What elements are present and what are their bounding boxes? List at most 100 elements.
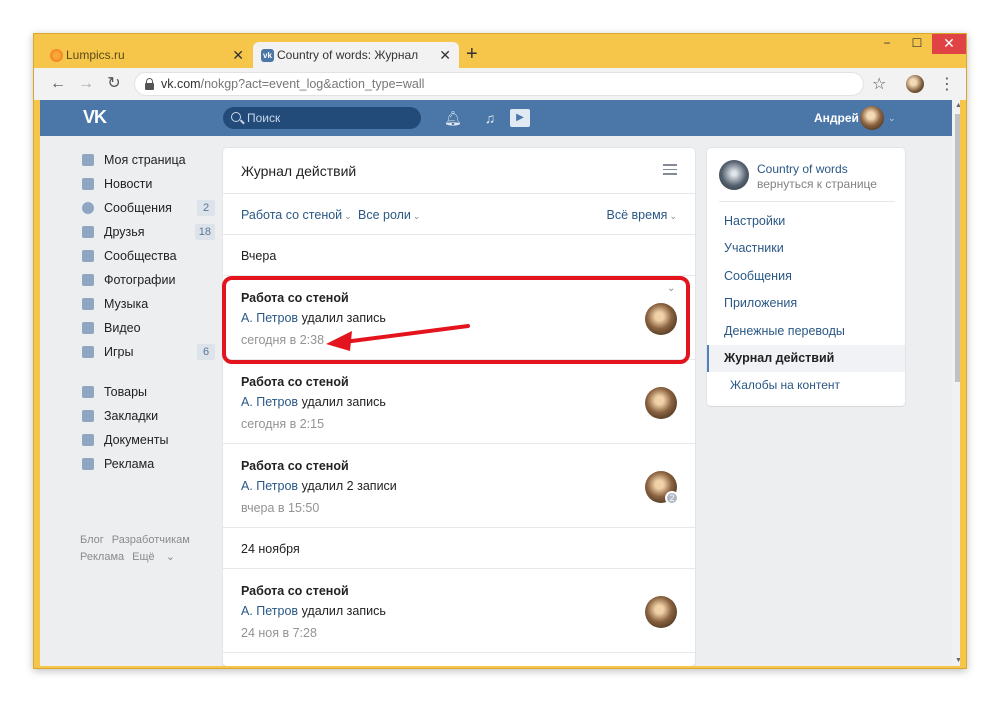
community-menu-card: Country of words вернуться к странице На… [707, 148, 905, 406]
address-bar[interactable]: vk.com/nokgp?act=event_log&action_type=w… [134, 72, 864, 96]
actor-link[interactable]: А. Петров [241, 395, 298, 409]
video-icon [82, 322, 94, 334]
sidebar-item-label: Сообщества [104, 249, 177, 263]
home-icon [82, 154, 94, 166]
close-window-button[interactable]: ✕ [932, 34, 966, 54]
sidebar-item-ads[interactable]: Реклама [80, 452, 215, 476]
footer-link-dev[interactable]: Разработчикам [112, 534, 190, 546]
profile-avatar-icon[interactable] [906, 75, 924, 93]
filters-bar: Работа со стеной ⌄ Все роли ⌄ Всё время ⌄ [223, 195, 695, 235]
footer-link-ads[interactable]: Реклама [80, 551, 124, 563]
scrollbar-thumb[interactable] [955, 114, 960, 382]
sidebar-item-news[interactable]: Новости [80, 172, 215, 196]
tab-label: Lumpics.ru [66, 48, 125, 62]
footer-link-more[interactable]: Ещё ⌄ [132, 551, 175, 563]
sidebar-item-games[interactable]: Игры 6 [80, 340, 215, 364]
actor-link[interactable]: А. Петров [241, 604, 298, 618]
sidebar-item-my-page[interactable]: Моя страница [80, 148, 215, 172]
lock-icon [145, 78, 154, 90]
vk-header: VK Поиск 🔔︎ ♫ ▶ Андрей ⌄ [40, 100, 952, 136]
entry-timestamp: вчера в 15:50 [241, 501, 320, 515]
sidebar-item-friends[interactable]: Друзья 18 [80, 220, 215, 244]
menu-item-content-reports[interactable]: Жалобы на контент [707, 372, 905, 399]
actor-avatar[interactable] [645, 387, 677, 419]
menu-kebab-icon[interactable]: ⋮ [939, 74, 955, 94]
url-text[interactable]: vk.com/nokgp?act=event_log&action_type=w… [161, 73, 424, 95]
entry-timestamp: 24 ноя в 7:28 [241, 626, 317, 640]
menu-item-apps[interactable]: Приложения [707, 290, 905, 317]
log-entry[interactable]: Работа со стеной А. Петров удалил запись… [223, 570, 695, 653]
search-input[interactable]: Поиск [223, 107, 421, 129]
menu-item-money-transfers[interactable]: Денежные переводы [707, 318, 905, 345]
menu-item-members[interactable]: Участники [707, 235, 905, 262]
entry-description: А. Петров удалил запись [241, 395, 386, 409]
camera-icon [82, 274, 94, 286]
community-avatar[interactable] [719, 160, 749, 190]
sidebar-item-label: Игры [104, 345, 134, 359]
community-name[interactable]: Country of words [757, 162, 848, 176]
vk-logo-icon[interactable]: VK [83, 107, 113, 127]
card-header: Журнал действий [223, 148, 695, 194]
reload-icon[interactable]: ↻ [104, 74, 124, 94]
log-entry[interactable]: Работа со стеной А. Петров удалил запись… [223, 361, 695, 444]
sidebar-item-goods[interactable]: Товары [80, 380, 215, 404]
sidebar-footer: Блог Разработчикам Реклама Ещё ⌄ [80, 532, 220, 566]
sidebar-item-music[interactable]: Музыка [80, 292, 215, 316]
close-tab-icon[interactable]: ✕ [439, 42, 451, 69]
actor-avatar[interactable] [645, 303, 677, 335]
sidebar-item-label: Документы [104, 433, 169, 447]
scroll-up-icon[interactable]: ▲ [955, 102, 960, 109]
minimize-button[interactable]: − [872, 34, 902, 54]
chevron-down-icon[interactable]: ⌄ [888, 100, 896, 136]
new-tab-button[interactable]: + [466, 42, 478, 66]
scroll-down-icon[interactable]: ▼ [955, 657, 960, 664]
menu-item-messages[interactable]: Сообщения [707, 263, 905, 290]
entry-description: А. Петров удалил запись [241, 604, 386, 618]
sidebar-item-label: Музыка [104, 297, 149, 311]
sidebar-item-video[interactable]: Видео [80, 316, 215, 340]
user-name[interactable]: Андрей [814, 100, 859, 136]
tab-vk-event-log[interactable]: vk Country of words: Журнал дейст ✕ [253, 42, 459, 89]
entry-timestamp: сегодня в 2:38 [241, 333, 325, 347]
footer-link-blog[interactable]: Блог [80, 534, 104, 546]
back-to-page-link[interactable]: вернуться к странице [757, 177, 877, 191]
actor-link[interactable]: А. Петров [241, 311, 298, 325]
menu-item-event-log[interactable]: Журнал действий [707, 344, 905, 373]
user-avatar[interactable] [860, 106, 884, 130]
chevron-down-icon[interactable]: ⌄ [667, 283, 675, 294]
close-tab-icon[interactable]: ✕ [232, 42, 244, 69]
sidebar-item-photos[interactable]: Фотографии [80, 268, 215, 292]
sidebar-item-bookmarks[interactable]: Закладки [80, 404, 215, 428]
chevron-down-icon: ⌄ [344, 211, 352, 221]
list-view-icon[interactable] [663, 164, 677, 176]
filter-roles[interactable]: Все роли ⌄ [358, 195, 420, 236]
filter-action-type[interactable]: Работа со стеной ⌄ [241, 195, 352, 236]
document-icon [82, 434, 94, 446]
community-menu: Настройки Участники Сообщения Приложения… [707, 208, 905, 400]
sidebar-item-documents[interactable]: Документы [80, 428, 215, 452]
log-entry[interactable]: Работа со стеной А. Петров удалил 2 запи… [223, 445, 695, 528]
sidebar-item-communities[interactable]: Сообщества [80, 244, 215, 268]
community-header[interactable]: Country of words вернуться к странице [719, 160, 895, 202]
tab-lumpics[interactable]: Lumpics.ru ✕ [42, 42, 252, 69]
music-icon[interactable]: ♫ [482, 109, 498, 127]
play-icon[interactable]: ▶ [510, 109, 530, 127]
entry-title: Работа со стеной [241, 375, 349, 389]
entry-description: А. Петров удалил 2 записи [241, 479, 397, 493]
actor-avatar[interactable] [645, 596, 677, 628]
log-entry[interactable]: Работа со стеной А. Петров удалил запись… [223, 277, 695, 360]
sidebar-item-messages[interactable]: Сообщения 2 [80, 196, 215, 220]
maximize-button[interactable]: ☐ [902, 34, 932, 54]
filter-time[interactable]: Всё время ⌄ [607, 195, 677, 236]
forward-arrow-icon[interactable]: → [76, 74, 96, 94]
lumpics-favicon-icon [50, 49, 63, 62]
back-arrow-icon[interactable]: ← [48, 74, 68, 94]
games-badge: 6 [197, 344, 215, 360]
star-icon [82, 410, 94, 422]
actor-link[interactable]: А. Петров [241, 479, 298, 493]
search-icon [231, 112, 241, 122]
bell-icon[interactable]: 🔔︎ [444, 109, 462, 127]
vertical-scrollbar[interactable]: ▲ ▼ [952, 100, 960, 666]
bookmark-star-icon[interactable]: ☆ [872, 74, 886, 94]
menu-item-settings[interactable]: Настройки [707, 208, 905, 235]
